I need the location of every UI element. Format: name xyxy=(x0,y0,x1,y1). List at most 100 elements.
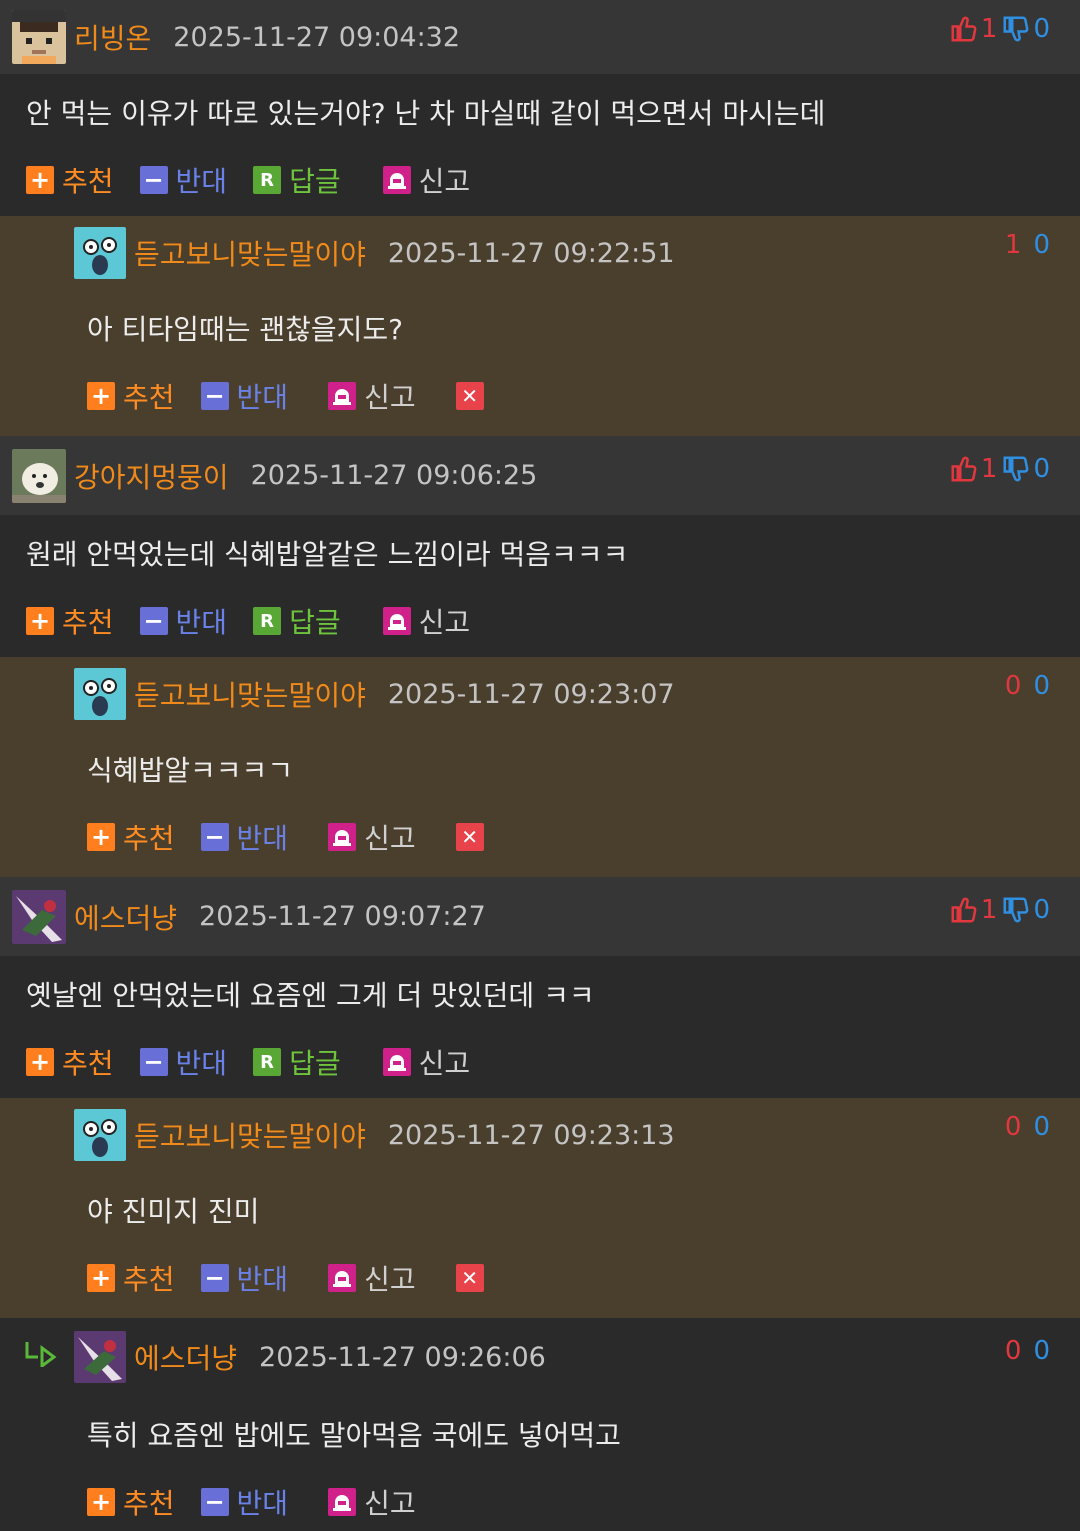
delete-button[interactable]: ✕ xyxy=(455,1264,492,1292)
comment-header: 리빙온 2025-11-27 09:04:32 1 0 xyxy=(0,0,1080,74)
reply-button[interactable]: R 답글 xyxy=(253,601,341,641)
plus-icon: + xyxy=(26,607,54,635)
oppose-button[interactable]: − 반대 xyxy=(200,1258,289,1298)
recommend-label: 추천 xyxy=(123,1263,175,1296)
report-button[interactable]: 신고 xyxy=(328,817,416,857)
timestamp: 2025-11-27 09:23:07 xyxy=(387,678,675,710)
timestamp: 2025-11-27 09:23:13 xyxy=(387,1119,675,1151)
close-icon: ✕ xyxy=(455,382,484,410)
recommend-label: 추천 xyxy=(123,381,175,414)
comment-text: 야 진미지 진미 xyxy=(87,1195,260,1228)
thumbs-down-icon[interactable] xyxy=(1001,454,1031,484)
downvote-count: 0 xyxy=(1033,895,1050,925)
recommend-button[interactable]: + 추천 xyxy=(87,817,175,857)
upvote-count: 0 xyxy=(1004,1112,1022,1142)
reply-button[interactable]: R 답글 xyxy=(253,160,341,200)
author-name[interactable]: 듣고보니맞는말이야 xyxy=(134,674,366,714)
reply-icon: R xyxy=(253,1048,282,1076)
comment-actions: + 추천 − 반대 신고 ✕ xyxy=(0,362,1080,430)
upvote-count: 0 xyxy=(1004,671,1022,701)
comment-header: 에스더냥 2025-11-27 09:07:27 1 0 xyxy=(0,877,1080,956)
report-button[interactable]: 신고 xyxy=(328,1482,416,1522)
upvote-count: 0 xyxy=(1004,1336,1022,1366)
recommend-button[interactable]: + 추천 xyxy=(87,376,175,416)
reply-arrow-icon xyxy=(24,1339,58,1375)
report-label: 신고 xyxy=(418,165,471,198)
vote-counts: 1 0 xyxy=(949,454,1054,484)
oppose-button[interactable]: − 반대 xyxy=(139,601,227,641)
delete-button[interactable]: ✕ xyxy=(455,823,492,851)
plus-icon: + xyxy=(87,382,115,410)
report-label: 신고 xyxy=(418,606,471,639)
comment-actions: + 추천 − 반대 R 답글 신고 xyxy=(0,146,1080,214)
comment-header: 에스더냥 2025-11-27 09:26:06 0 0 xyxy=(0,1318,1080,1396)
plus-icon: + xyxy=(87,823,115,851)
author-name[interactable]: 듣고보니맞는말이야 xyxy=(134,1115,366,1155)
reply-icon: R xyxy=(253,607,282,635)
author-name[interactable]: 리빙온 xyxy=(74,17,151,57)
author-name[interactable]: 에스더냥 xyxy=(134,1337,237,1377)
oppose-button[interactable]: − 반대 xyxy=(200,817,288,857)
thumbs-up-icon[interactable] xyxy=(949,454,979,484)
reply-comment: 듣고보니맞는말이야 2025-11-27 09:22:51 1 0 아 티타임때… xyxy=(0,216,1080,436)
recommend-label: 추천 xyxy=(62,1047,114,1080)
report-button[interactable]: 신고 xyxy=(382,601,471,641)
recommend-label: 추천 xyxy=(123,1487,175,1520)
thumbs-up-icon[interactable] xyxy=(949,14,979,44)
recommend-button[interactable]: + 추천 xyxy=(26,1042,114,1082)
author-name[interactable]: 듣고보니맞는말이야 xyxy=(134,233,366,273)
oppose-button[interactable]: − 반대 xyxy=(200,376,289,416)
thumbs-down-icon[interactable] xyxy=(1001,895,1031,925)
oppose-label: 반대 xyxy=(175,165,228,198)
minus-icon: − xyxy=(200,1264,229,1292)
report-button[interactable]: 신고 xyxy=(328,1258,416,1298)
author-name[interactable]: 에스더냥 xyxy=(74,897,177,937)
close-icon: ✕ xyxy=(455,823,484,851)
plus-icon: + xyxy=(87,1488,115,1516)
oppose-label: 반대 xyxy=(236,381,289,414)
report-label: 신고 xyxy=(364,1263,416,1296)
delete-button[interactable]: ✕ xyxy=(455,382,492,410)
avatar[interactable] xyxy=(74,1331,126,1383)
siren-icon xyxy=(382,166,411,194)
plus-icon: + xyxy=(26,1048,54,1076)
oppose-button[interactable]: − 반대 xyxy=(139,1042,228,1082)
avatar[interactable] xyxy=(74,227,126,279)
comment-header: 듣고보니맞는말이야 2025-11-27 09:23:07 0 0 xyxy=(0,657,1080,731)
reply-button[interactable]: R 답글 xyxy=(253,1042,341,1082)
report-button[interactable]: 신고 xyxy=(328,376,416,416)
plus-icon: + xyxy=(87,1264,115,1292)
avatar[interactable] xyxy=(74,668,126,720)
oppose-button[interactable]: − 반대 xyxy=(139,160,228,200)
oppose-button[interactable]: − 반대 xyxy=(200,1482,289,1522)
comment-header: 듣고보니맞는말이야 2025-11-27 09:22:51 1 0 xyxy=(0,216,1080,290)
report-button[interactable]: 신고 xyxy=(382,1042,470,1082)
recommend-button[interactable]: + 추천 xyxy=(87,1258,175,1298)
timestamp: 2025-11-27 09:22:51 xyxy=(387,237,675,269)
avatar[interactable] xyxy=(12,889,66,944)
timestamp: 2025-11-27 09:07:27 xyxy=(199,901,486,932)
upvote-count: 1 xyxy=(980,895,998,925)
avatar[interactable] xyxy=(12,448,66,503)
oppose-label: 반대 xyxy=(236,1487,289,1520)
minus-icon: − xyxy=(139,607,168,635)
oppose-label: 반대 xyxy=(175,1047,228,1080)
oppose-label: 반대 xyxy=(236,1263,289,1296)
author-name[interactable]: 강아지멍뭉이 xyxy=(74,456,229,496)
report-button[interactable]: 신고 xyxy=(382,160,471,200)
reply-label: 답글 xyxy=(289,165,341,198)
thumbs-up-icon[interactable] xyxy=(949,895,979,925)
avatar[interactable] xyxy=(12,10,66,64)
thumbs-down-icon[interactable] xyxy=(1001,14,1031,44)
vote-counts: 0 0 xyxy=(1003,1336,1054,1366)
recommend-button[interactable]: + 추천 xyxy=(26,601,114,641)
recommend-button[interactable]: + 추천 xyxy=(26,160,114,200)
comment: 에스더냥 2025-11-27 09:07:27 1 0 옛날엔 안먹었는데 요… xyxy=(0,877,1080,1098)
downvote-count: 0 xyxy=(1033,1112,1050,1142)
comment-text: 특히 요즘엔 밥에도 말아먹음 국에도 넣어먹고 xyxy=(87,1419,621,1452)
timestamp: 2025-11-27 09:04:32 xyxy=(173,21,461,53)
recommend-button[interactable]: + 추천 xyxy=(87,1482,175,1522)
avatar[interactable] xyxy=(74,1109,126,1161)
comment-actions: + 추천 − 반대 R 답글 신고 xyxy=(0,1028,1080,1096)
reply-comment: 듣고보니맞는말이야 2025-11-27 09:23:07 0 0 식혜밥알ㅋㅋ… xyxy=(0,657,1080,877)
